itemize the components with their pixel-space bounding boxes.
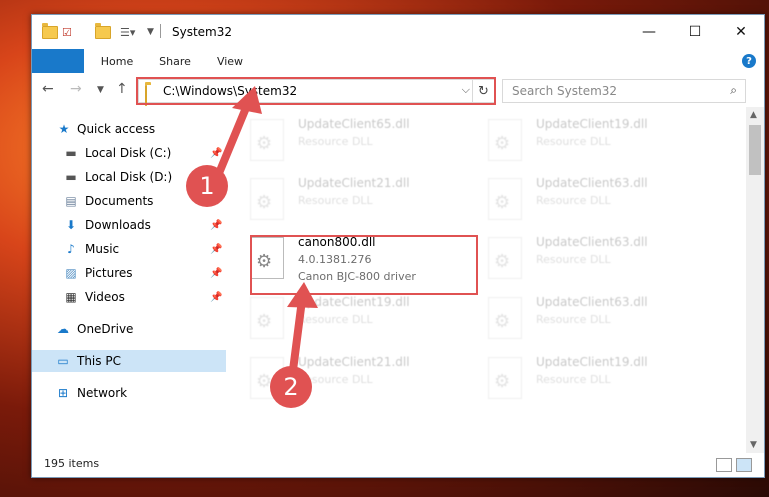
annotation-arrows (213, 86, 318, 382)
arrow-2-head (287, 282, 318, 308)
annotation-badge-1: 1 (186, 165, 228, 207)
arrow-1-head (232, 86, 262, 114)
arrow-1 (213, 99, 252, 182)
annotation-badge-2: 2 (270, 366, 312, 408)
